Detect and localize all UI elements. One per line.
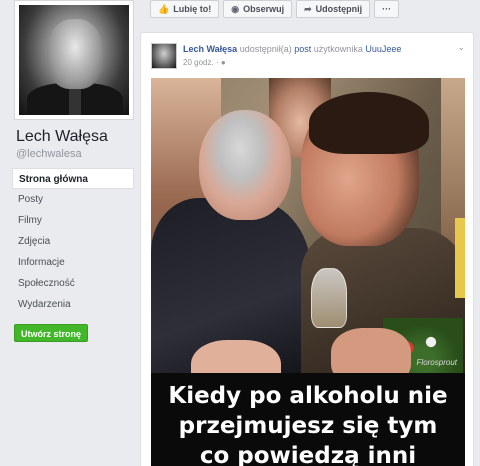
nav-item-events[interactable]: Wydarzenia bbox=[12, 294, 134, 315]
post-image[interactable]: Florosprout Kiedy po alkoholu nie przejm… bbox=[151, 78, 465, 466]
page-handle[interactable]: @lechwalesa bbox=[16, 148, 82, 160]
image-watermark: Florosprout bbox=[416, 358, 457, 367]
nav-item-videos[interactable]: Filmy bbox=[12, 210, 134, 231]
post-card: Lech Wałęsa udostępnił(a) post użytkowni… bbox=[140, 32, 474, 466]
globe-icon: · ● bbox=[215, 58, 226, 67]
nav-item-about[interactable]: Informacje bbox=[12, 252, 134, 273]
page-nav: Strona główna Posty Filmy Zdjęcia Inform… bbox=[12, 168, 134, 315]
meme-photo: Florosprout bbox=[151, 78, 465, 400]
shared-post-link[interactable]: post bbox=[294, 44, 311, 54]
original-user-link[interactable]: UuuJeee bbox=[365, 44, 401, 54]
nav-item-photos[interactable]: Zdjęcia bbox=[12, 231, 134, 252]
nav-item-home[interactable]: Strona główna bbox=[12, 168, 134, 189]
share-button[interactable]: ➦ Udostępnij bbox=[296, 0, 371, 18]
post-header: Lech Wałęsa udostępnił(a) post użytkowni… bbox=[183, 44, 401, 54]
post-timestamp[interactable]: 20 godz. bbox=[183, 58, 214, 67]
post-of-user: użytkownika bbox=[313, 44, 363, 54]
rss-icon: ◉ bbox=[231, 3, 240, 14]
like-button[interactable]: 👍 Lubię to! bbox=[150, 0, 220, 18]
post-author-link[interactable]: Lech Wałęsa bbox=[183, 44, 237, 54]
caption-line: Kiedy po alkoholu nie bbox=[168, 383, 448, 409]
post-verb: udostępnił(a) bbox=[239, 44, 292, 54]
page-name[interactable]: Lech Wałęsa bbox=[16, 128, 108, 146]
thumbs-up-icon: 👍 bbox=[158, 3, 170, 14]
more-button[interactable]: ··· bbox=[374, 0, 400, 18]
page-action-bar: 👍 Lubię to! ◉ Obserwuj ➦ Udostępnij ··· bbox=[150, 0, 400, 18]
share-arrow-icon: ➦ bbox=[304, 3, 312, 14]
nav-item-posts[interactable]: Posty bbox=[12, 189, 134, 210]
chevron-down-icon[interactable]: ⌄ bbox=[457, 42, 465, 53]
caption-line: co powiedzą inni bbox=[199, 443, 417, 466]
meme-caption: Kiedy po alkoholu nie przejmujesz się ty… bbox=[151, 373, 465, 466]
profile-photo bbox=[19, 5, 129, 115]
ellipsis-icon: ··· bbox=[382, 4, 392, 14]
nav-item-community[interactable]: Społeczność bbox=[12, 273, 134, 294]
left-column: Lech Wałęsa @lechwalesa Strona główna Po… bbox=[0, 0, 140, 466]
create-page-button[interactable]: Utwórz stronę bbox=[14, 324, 89, 342]
author-avatar[interactable] bbox=[151, 43, 177, 69]
like-label: Lubię to! bbox=[173, 4, 212, 14]
profile-picture[interactable] bbox=[14, 0, 134, 120]
follow-label: Obserwuj bbox=[243, 4, 285, 14]
post-meta: 20 godz. · ● bbox=[183, 58, 226, 67]
follow-button[interactable]: ◉ Obserwuj bbox=[223, 0, 293, 18]
caption-line: przejmujesz się tym bbox=[178, 413, 438, 439]
share-label: Udostępnij bbox=[315, 4, 363, 14]
